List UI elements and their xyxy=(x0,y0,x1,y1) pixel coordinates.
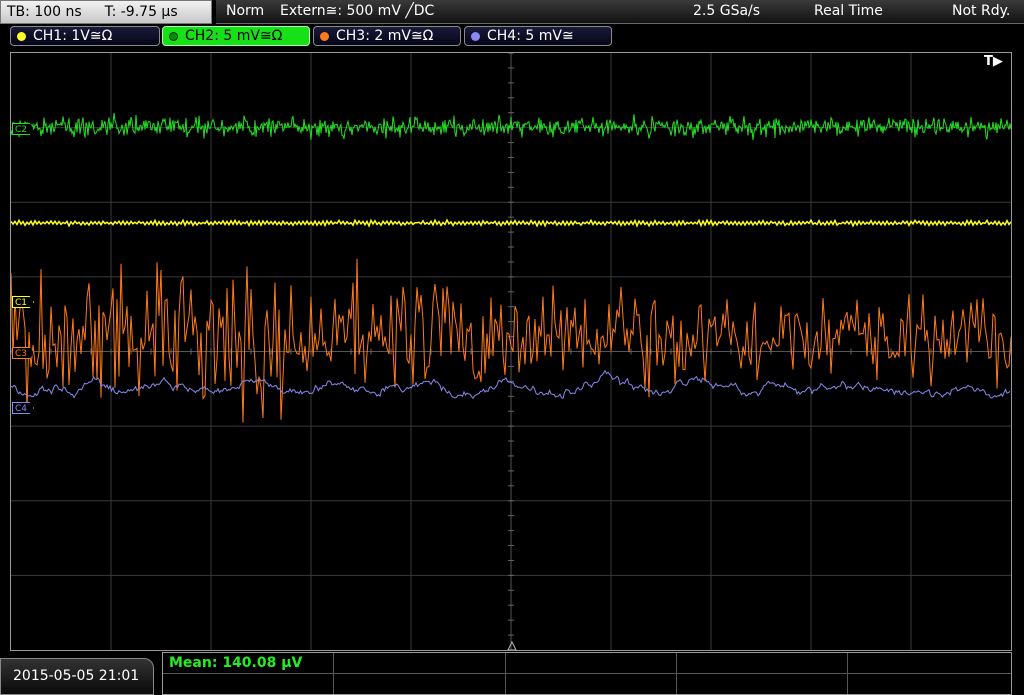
measurement-divider xyxy=(676,653,677,694)
date-time-display: 2015-05-05 21:01 xyxy=(0,658,154,695)
trigger-mode[interactable]: Norm xyxy=(226,0,264,23)
tab-ch3[interactable]: CH3: 2 mV≅Ω xyxy=(313,26,461,46)
top-status-bar: TB: 100 ns T: -9.75 µs Norm Extern≅: 500… xyxy=(0,0,1024,24)
measurement-divider xyxy=(333,653,334,694)
ch3-color-icon xyxy=(320,32,329,41)
tab-ch3-label: CH3: 2 mV≅Ω xyxy=(336,28,434,44)
measurement-row: Mean: 140.08 µV xyxy=(163,653,1011,674)
ch4-color-icon xyxy=(471,32,480,41)
trigger-position-icon xyxy=(507,640,517,650)
timebase-readout: TB: 100 ns xyxy=(7,4,82,20)
bottom-bar: 2015-05-05 21:01 Mean: 140.08 µV xyxy=(0,652,1024,695)
mean-measurement[interactable]: Mean: 140.08 µV xyxy=(169,653,302,673)
measurement-panel[interactable]: Mean: 140.08 µV xyxy=(162,652,1012,695)
tab-ch2[interactable]: CH2: 5 mV≅Ω xyxy=(162,26,310,46)
trigger-indicator-icon[interactable]: T▶ xyxy=(984,54,1003,69)
acquisition-mode[interactable]: Real Time xyxy=(814,0,883,23)
ch4-offset-marker[interactable]: C4 xyxy=(12,402,35,414)
measurement-divider xyxy=(847,653,848,694)
graticule xyxy=(11,53,1011,650)
tab-ch2-label: CH2: 5 mV≅Ω xyxy=(185,28,283,44)
ch3-offset-marker[interactable]: C3 xyxy=(12,347,35,359)
trigger-source[interactable]: Extern≅: 500 mV ╱DC xyxy=(280,0,434,23)
tab-ch1-label: CH1: 1V≅Ω xyxy=(33,28,113,44)
trigger-status-strip[interactable]: Norm Extern≅: 500 mV ╱DC 2.5 GSa/s Real … xyxy=(216,0,1024,24)
ch1-marker-label: C1 xyxy=(15,298,28,308)
tab-ch1[interactable]: CH1: 1V≅Ω xyxy=(10,26,160,46)
tab-ch4-label: CH4: 5 mV≅ xyxy=(487,28,574,44)
channel-tabs: CH1: 1V≅Ω CH2: 5 mV≅Ω CH3: 2 mV≅Ω CH4: 5… xyxy=(0,26,1024,48)
timebase-box[interactable]: TB: 100 ns T: -9.75 µs xyxy=(0,0,212,24)
graticule-grid xyxy=(11,53,1011,650)
ch2-offset-marker[interactable]: C2 xyxy=(12,123,35,135)
measurement-divider xyxy=(505,653,506,694)
trigger-time-readout: T: -9.75 µs xyxy=(104,4,178,20)
ch1-color-icon xyxy=(17,32,26,41)
waveform-display[interactable] xyxy=(10,52,1012,651)
ch2-marker-label: C2 xyxy=(15,125,28,135)
acquisition-status: Not Rdy. xyxy=(952,3,1011,19)
tab-ch4[interactable]: CH4: 5 mV≅ xyxy=(464,26,612,46)
ch2-color-icon xyxy=(169,32,178,41)
sample-rate: 2.5 GSa/s xyxy=(693,3,761,19)
ch1-offset-marker[interactable]: C1 xyxy=(12,296,35,308)
ch3-marker-label: C3 xyxy=(15,349,28,359)
ch4-marker-label: C4 xyxy=(15,404,28,414)
